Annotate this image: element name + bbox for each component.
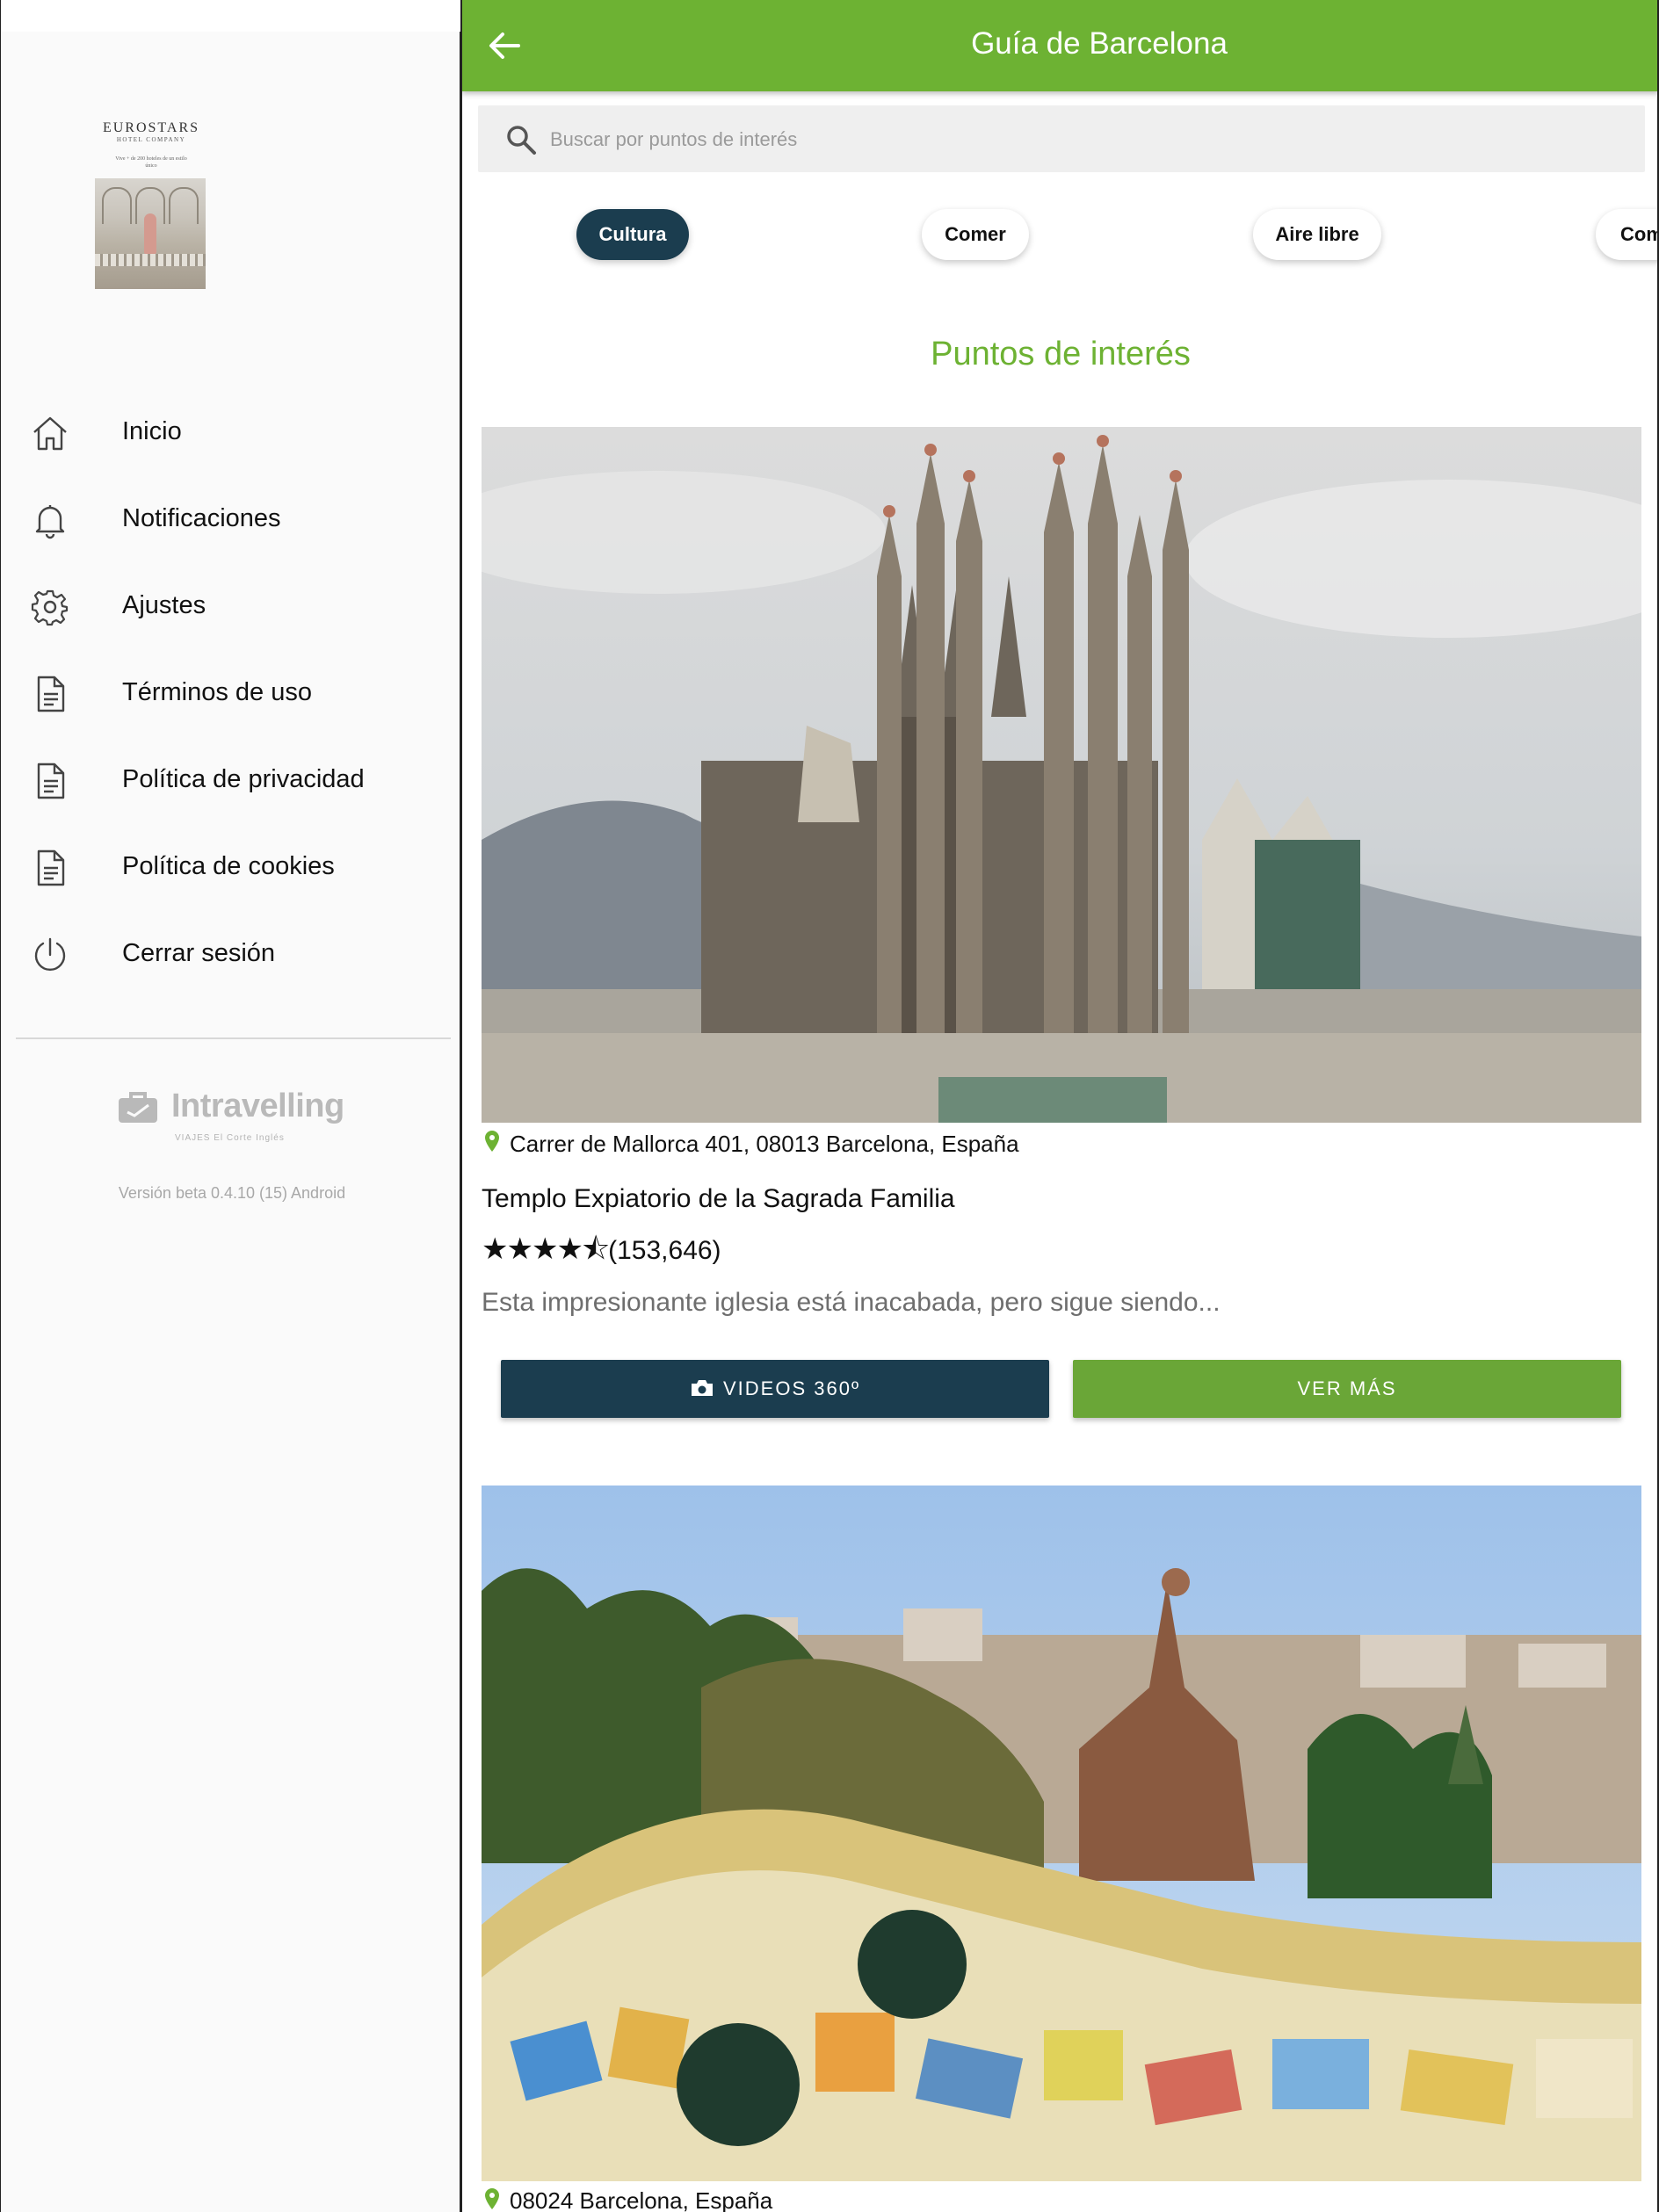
poi-description: Esta impresionante iglesia está inacabad… bbox=[482, 1288, 1221, 1317]
hotel-tagline: Vive + de 200 hoteles de un estilo único bbox=[115, 156, 187, 169]
app-version: Versión beta 0.4.10 (15) Android bbox=[118, 1184, 346, 1202]
menu-item-label: Términos de uso bbox=[122, 678, 312, 706]
ver-mas-button[interactable]: VER MÁS bbox=[1073, 1360, 1621, 1418]
search-input[interactable] bbox=[548, 121, 1606, 158]
provider-sub: VIAJES El Corte Inglés bbox=[175, 1133, 285, 1143]
star-rating-icons: ★★★★⯪ bbox=[482, 1233, 610, 1266]
hotel-brand-sub: HOTEL COMPANY bbox=[116, 136, 186, 143]
menu-item-terminos[interactable]: Términos de uso bbox=[1, 654, 458, 733]
menu-item-label: Política de cookies bbox=[122, 852, 335, 880]
menu-item-label: Notificaciones bbox=[122, 504, 281, 532]
search-bar[interactable] bbox=[478, 105, 1645, 172]
poi-name[interactable]: Templo Expiatorio de la Sagrada Familia bbox=[482, 1184, 955, 1214]
menu-item-ajustes[interactable]: Ajustes bbox=[1, 567, 458, 646]
section-title: Puntos de interés bbox=[931, 336, 1191, 372]
poi-address: 08024 Barcelona, España bbox=[510, 2187, 773, 2212]
main-content: Guía de Barcelona Cultura Comer Aire lib… bbox=[462, 0, 1659, 2212]
menu-item-privacidad[interactable]: Política de privacidad bbox=[1, 741, 458, 820]
menu-item-label: Inicio bbox=[122, 417, 182, 445]
poi-review-count: (153,646) bbox=[608, 1236, 721, 1265]
drawer-status-strip bbox=[1, 0, 460, 32]
hotel-brand: EUROSTARS bbox=[102, 120, 200, 135]
app-bar: Guía de Barcelona bbox=[462, 0, 1657, 91]
document-icon bbox=[37, 676, 65, 712]
provider-name: Intravelling bbox=[171, 1088, 344, 1124]
menu-item-cerrar-sesion[interactable]: Cerrar sesión bbox=[1, 914, 458, 994]
location-pin-icon bbox=[485, 2188, 499, 2209]
home-icon bbox=[33, 416, 67, 451]
park-guell-photo bbox=[482, 1486, 1641, 2181]
document-icon bbox=[37, 849, 65, 886]
sagrada-familia-photo bbox=[482, 427, 1641, 1123]
menu-item-cookies[interactable]: Política de cookies bbox=[1, 828, 458, 907]
poi-rating: ★★★★⯪(153,646) bbox=[482, 1228, 721, 1278]
provider-logo: Intravelling VIAJES El Corte Inglés bbox=[115, 1086, 361, 1147]
videos-360-label: VIDEOS 360º bbox=[723, 1377, 860, 1399]
hotel-logo: EUROSTARS HOTEL COMPANY Vive + de 200 ho… bbox=[93, 119, 209, 299]
poi-image[interactable] bbox=[482, 427, 1641, 1123]
menu-item-inicio[interactable]: Inicio bbox=[1, 393, 458, 472]
videos-360-button[interactable]: VIDEOS 360º bbox=[501, 1360, 1049, 1418]
navigation-drawer: EUROSTARS HOTEL COMPANY Vive + de 200 ho… bbox=[0, 0, 462, 2212]
drawer-divider bbox=[16, 1037, 451, 1039]
document-icon bbox=[37, 763, 65, 799]
chip-comer[interactable]: Comer bbox=[922, 209, 1029, 260]
chip-cultura[interactable]: Cultura bbox=[576, 209, 689, 260]
gear-icon bbox=[31, 589, 69, 626]
search-icon bbox=[507, 126, 536, 155]
menu-item-label: Cerrar sesión bbox=[122, 939, 276, 967]
hotel-photo bbox=[95, 178, 206, 289]
suitcase-icon bbox=[119, 1092, 157, 1123]
menu-item-label: Ajustes bbox=[122, 591, 206, 619]
menu-item-label: Política de privacidad bbox=[122, 765, 365, 793]
camera-icon bbox=[692, 1380, 713, 1397]
chip-aire-libre[interactable]: Aire libre bbox=[1253, 209, 1381, 260]
page-title: Guía de Barcelona bbox=[971, 26, 1228, 61]
poi-image[interactable] bbox=[482, 1486, 1641, 2181]
poi-address: Carrer de Mallorca 401, 08013 Barcelona,… bbox=[510, 1131, 1019, 1157]
location-pin-icon bbox=[485, 1131, 499, 1152]
menu-item-notificaciones[interactable]: Notificaciones bbox=[1, 480, 458, 559]
bell-icon bbox=[35, 505, 65, 539]
chip-compras[interactable]: Com bbox=[1596, 209, 1657, 260]
power-icon bbox=[34, 937, 66, 972]
